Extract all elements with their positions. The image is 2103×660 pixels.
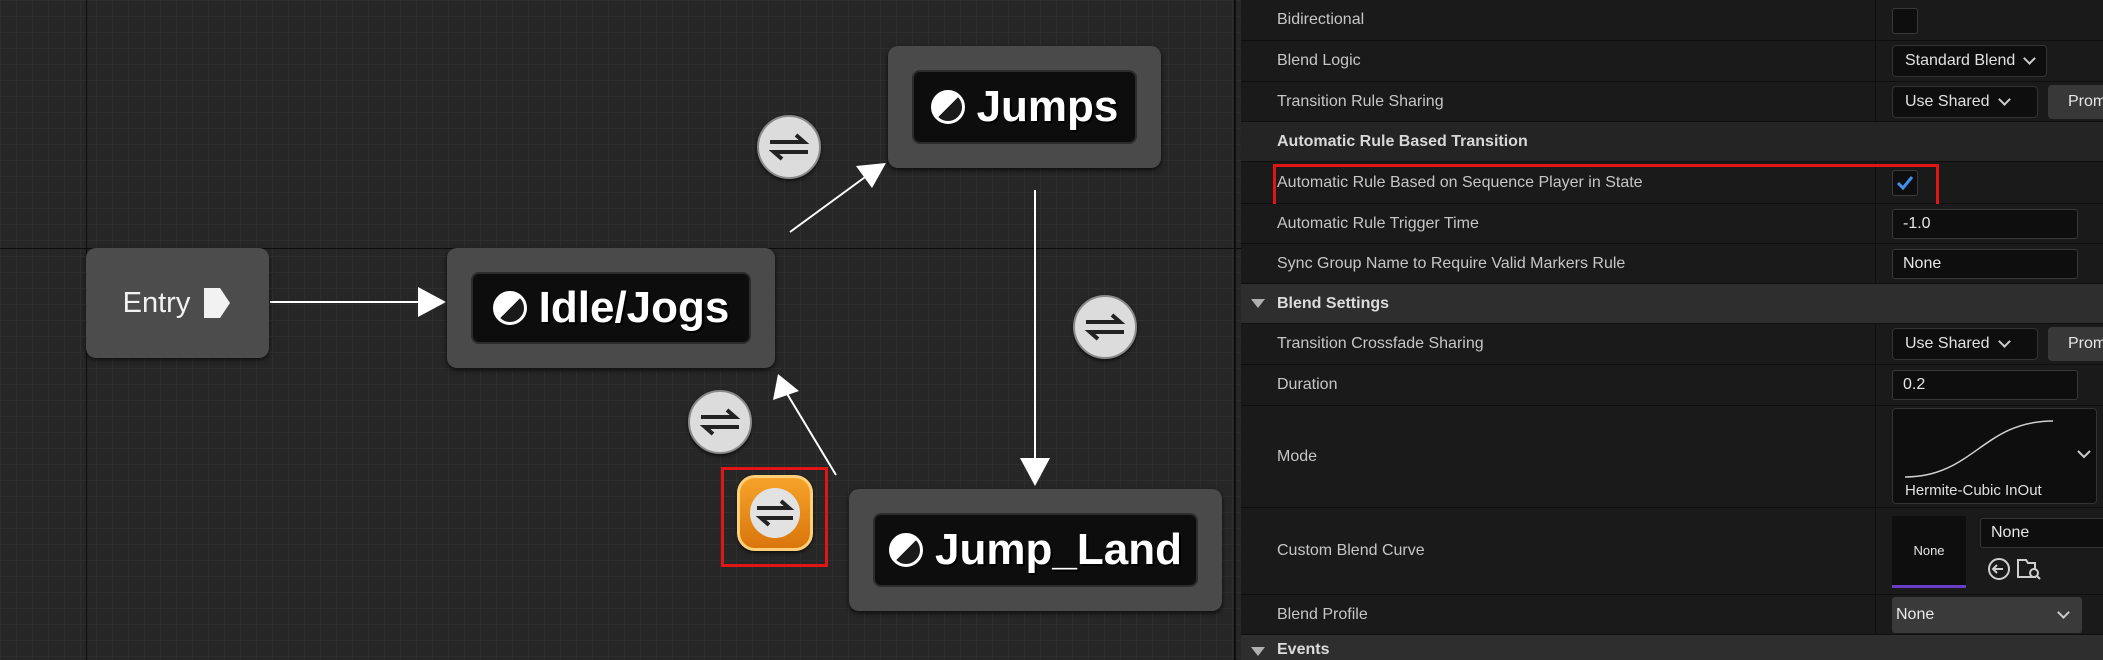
category-events[interactable]: Events (1241, 635, 2103, 660)
state-title: Jump_Land (935, 525, 1182, 574)
details-panel: Bidirectional Blend Logic Standard Blend… (1241, 0, 2103, 660)
chevron-down-icon (1997, 93, 2011, 106)
state-node-jump-land[interactable]: Jump_Land (849, 489, 1222, 611)
arrowhead-idle-jumps (856, 163, 886, 188)
state-machine-graph[interactable]: Entry Idle/Jogs Jumps Jump_Land (0, 0, 1241, 660)
use-selected-asset-icon[interactable] (1986, 556, 2012, 582)
chevron-down-icon (2023, 52, 2037, 65)
arrowhead-jumpland-idle (773, 374, 799, 400)
row-mode: Mode Hermite-Cubic InOut (1241, 406, 2103, 508)
row-crossfade-sharing: Transition Crossfade Sharing Use Shared … (1241, 324, 2103, 365)
row-trigger-time: Automatic Rule Trigger Time -1.0 (1241, 204, 2103, 244)
sync-group-label: Sync Group Name to Require Valid Markers… (1277, 254, 1626, 272)
row-duration: Duration 0.2 (1241, 365, 2103, 406)
transition-idle-jumps-icon[interactable] (757, 115, 821, 179)
sync-group-input[interactable]: None (1892, 249, 2078, 279)
entry-label: Entry (122, 286, 191, 319)
category-blend-settings[interactable]: Blend Settings (1241, 284, 2103, 324)
entry-node[interactable]: Entry (86, 248, 269, 358)
caret-down-icon (1251, 299, 1265, 308)
sync-group-value: None (1903, 255, 1942, 272)
caret-down-icon (1251, 647, 1265, 656)
crossfade-sharing-value: Use Shared (1905, 335, 1990, 352)
section-auto-rule: Automatic Rule Based Transition (1241, 122, 2103, 162)
custom-curve-value: None (1991, 524, 2030, 541)
custom-curve-thumbnail[interactable]: None (1892, 516, 1966, 588)
duration-input[interactable]: 0.2 (1892, 370, 2078, 400)
blend-logic-label: Blend Logic (1277, 52, 1361, 69)
state-node-idle-jogs[interactable]: Idle/Jogs (447, 248, 775, 368)
mode-value: Hermite-Cubic InOut (1905, 482, 2042, 499)
auto-rule-highlight-box (1273, 164, 1939, 207)
state-node-jumps[interactable]: Jumps (888, 46, 1161, 168)
trigger-time-input[interactable]: -1.0 (1892, 209, 2078, 239)
wire-idle-to-jumps (789, 171, 873, 233)
state-icon (492, 291, 527, 325)
custom-curve-asset-dropdown[interactable]: None (1980, 518, 2103, 548)
entry-pin-icon (204, 288, 231, 318)
blend-profile-dropdown[interactable]: None (1892, 597, 2082, 633)
promote-crossfade-button[interactable]: Prom (2048, 327, 2103, 361)
row-blend-profile: Blend Profile None (1241, 595, 2103, 635)
state-icon (930, 90, 965, 124)
rule-sharing-label: Transition Rule Sharing (1277, 92, 1444, 110)
duration-label: Duration (1277, 376, 1338, 393)
blend-profile-value: None (1896, 606, 1935, 623)
wire-jumpland-to-idle (785, 391, 837, 476)
state-icon (889, 533, 924, 567)
chevron-down-icon (2057, 606, 2070, 619)
state-title: Jumps (976, 82, 1119, 131)
custom-curve-label: Custom Blend Curve (1277, 542, 1425, 559)
rule-sharing-dropdown[interactable]: Use Shared (1892, 86, 2038, 118)
arrowhead-entry-idle (418, 287, 446, 317)
chevron-down-icon (1997, 335, 2011, 348)
transition-arrows-icon (699, 408, 741, 436)
selection-highlight-box (721, 467, 828, 567)
promote-rule-button[interactable]: Prom (2048, 85, 2103, 119)
row-blend-logic: Blend Logic Standard Blend (1241, 41, 2103, 82)
trigger-time-value: -1.0 (1903, 215, 1931, 232)
row-bidirectional: Bidirectional (1241, 0, 2103, 41)
promote-rule-label: Prom (2068, 93, 2103, 110)
crossfade-sharing-dropdown[interactable]: Use Shared (1892, 328, 2038, 360)
mode-curve-picker[interactable]: Hermite-Cubic InOut (1892, 408, 2097, 504)
row-custom-curve: Custom Blend Curve None None (1241, 508, 2103, 595)
events-title: Events (1277, 641, 1330, 658)
blend-logic-dropdown[interactable]: Standard Blend (1892, 45, 2048, 77)
bidirectional-label: Bidirectional (1277, 11, 1365, 28)
browse-asset-icon[interactable] (2015, 556, 2043, 582)
rule-sharing-value: Use Shared (1905, 93, 1990, 110)
crossfade-sharing-label: Transition Crossfade Sharing (1277, 335, 1484, 352)
promote-crossfade-label: Prom (2068, 335, 2103, 352)
mode-label: Mode (1277, 447, 1318, 465)
auto-rule-section-title: Automatic Rule Based Transition (1277, 132, 1528, 150)
custom-curve-thumb-label: None (1913, 543, 1945, 558)
bidirectional-checkbox[interactable] (1892, 8, 1918, 34)
duration-value: 0.2 (1903, 376, 1926, 393)
blend-logic-value: Standard Blend (1905, 52, 2016, 69)
blend-settings-title: Blend Settings (1277, 294, 1390, 312)
state-title: Idle/Jogs (538, 283, 730, 332)
arrowhead-jumps-jumpland (1020, 458, 1050, 486)
transition-arrows-icon (768, 133, 810, 161)
transition-arrows-icon (1084, 313, 1126, 341)
transition-jumpland-idle-icon[interactable] (688, 390, 752, 454)
blend-profile-label: Blend Profile (1277, 605, 1368, 623)
trigger-time-label: Automatic Rule Trigger Time (1277, 214, 1479, 232)
row-rule-sharing: Transition Rule Sharing Use Shared Prom (1241, 82, 2103, 122)
row-sync-group: Sync Group Name to Require Valid Markers… (1241, 244, 2103, 284)
transition-jumps-jumpland-icon[interactable] (1073, 295, 1137, 359)
